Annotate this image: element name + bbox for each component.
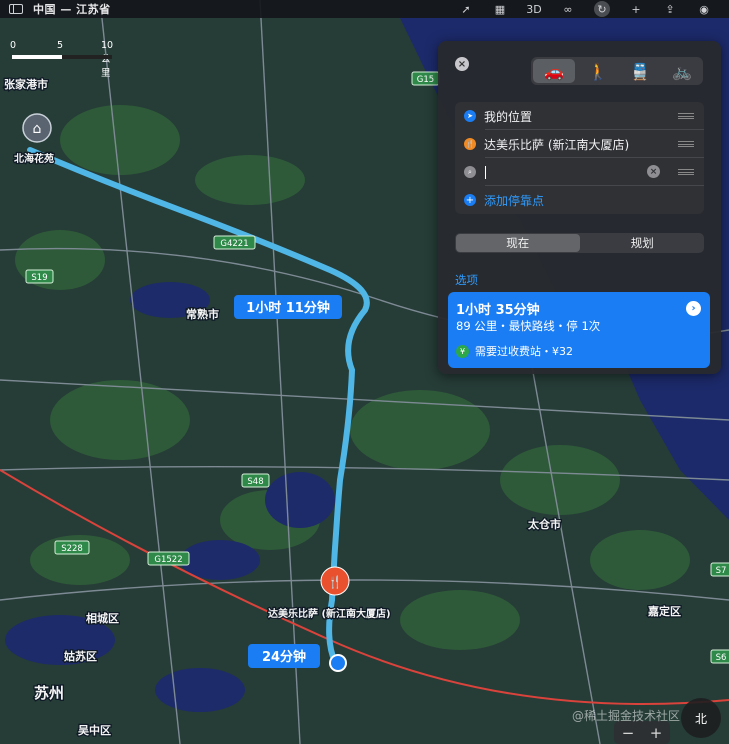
- restaurant-icon: 🍴: [464, 138, 476, 150]
- route-time: 1小时 35分钟: [456, 303, 540, 318]
- zoom-control: − +: [614, 721, 670, 744]
- map-scale: 0 5 10 公里: [9, 40, 113, 79]
- share-icon[interactable]: ⇪: [653, 0, 687, 18]
- stop-label: 我的位置: [484, 109, 533, 124]
- options-link[interactable]: 选项: [455, 272, 478, 288]
- road-shield: S19: [25, 269, 54, 284]
- place-label: 姑苏区: [64, 649, 97, 663]
- route-stops: ➤ 我的位置 🍴 达美乐比萨 (新江南大厦店) ⌕ × + 添加停靠点: [455, 102, 704, 214]
- scale-label: 10 公里: [101, 40, 114, 79]
- road-shield: G1522: [147, 551, 190, 566]
- place-label: 相城区: [86, 611, 119, 625]
- route-time-bubble[interactable]: 24分钟: [248, 644, 320, 668]
- toll-text: 需要过收费站・¥32: [475, 345, 573, 358]
- scale-label: 0: [10, 40, 17, 51]
- svg-text:S228: S228: [61, 544, 83, 554]
- toll-info: ¥ 需要过收费站・¥32: [456, 343, 573, 359]
- svg-text:G1522: G1522: [154, 555, 182, 565]
- watermark: @稀土掘金技术社区: [572, 709, 681, 723]
- zoom-in-button[interactable]: +: [642, 721, 670, 744]
- road-shield: S48: [241, 473, 270, 488]
- scale-bar: [12, 55, 112, 59]
- stop-origin[interactable]: ➤ 我的位置: [455, 102, 704, 130]
- drag-handle-icon[interactable]: [678, 113, 694, 119]
- time-segment: 现在 规划: [455, 233, 704, 253]
- place-label: 吴中区: [78, 723, 111, 737]
- svg-text:S6: S6: [716, 653, 727, 663]
- window-title: 中国 — 江苏省: [33, 3, 111, 16]
- route-detail: 89 公里・最快路线・停 1次: [456, 319, 601, 333]
- segment-plan[interactable]: 规划: [581, 233, 705, 253]
- 3d-toggle[interactable]: 3D: [517, 0, 551, 18]
- chevron-right-icon[interactable]: ›: [686, 301, 701, 316]
- stop-input[interactable]: [486, 164, 606, 180]
- road-shield: G15: [411, 71, 440, 86]
- svg-text:S48: S48: [247, 477, 263, 487]
- stop-destination[interactable]: 🍴 达美乐比萨 (新江南大厦店): [455, 130, 704, 158]
- add-stop-label: 添加停靠点: [484, 193, 545, 208]
- compass-icon[interactable]: 北: [681, 698, 721, 738]
- drag-handle-icon[interactable]: [678, 169, 694, 175]
- transit-icon[interactable]: 🚆: [619, 57, 661, 85]
- svg-text:🍴: 🍴: [328, 575, 343, 589]
- add-icon: +: [464, 194, 476, 206]
- svg-text:S7: S7: [716, 566, 727, 576]
- svg-text:G15: G15: [417, 75, 434, 85]
- yen-icon: ¥: [456, 344, 469, 358]
- plus-icon[interactable]: +: [619, 0, 653, 18]
- stop-label: 达美乐比萨 (新江南大厦店): [484, 137, 630, 152]
- route-time-bubble[interactable]: 1小时 11分钟: [234, 295, 342, 319]
- place-label: 苏州: [34, 684, 64, 702]
- scale-label: 5: [57, 40, 64, 51]
- close-button[interactable]: ×: [455, 57, 469, 71]
- drag-handle-icon[interactable]: [678, 141, 694, 147]
- road-shield: S6: [710, 649, 729, 664]
- walk-icon[interactable]: 🚶: [577, 57, 619, 85]
- clear-icon[interactable]: ×: [647, 165, 660, 178]
- svg-text:G4221: G4221: [220, 239, 248, 249]
- stop-empty[interactable]: ⌕ ×: [455, 158, 704, 186]
- map-icon[interactable]: ▦: [483, 0, 517, 18]
- maps-window: 张家港市北海花苑常熟市太仓市相城区姑苏区苏州吴中区 嘉定区 达美乐比萨 (新江南大厦…: [0, 0, 729, 744]
- directions-panel: × 🚗 🚶 🚆 🚲 ➤ 我的位置 🍴 达美乐比萨 (新江南大厦店) ⌕ × + …: [438, 41, 721, 374]
- road-shield: S7: [710, 562, 729, 577]
- sidebar-toggle-icon[interactable]: [9, 4, 23, 14]
- road-shield: G4221: [213, 235, 256, 250]
- svg-text:24分钟: 24分钟: [262, 649, 306, 665]
- location-arrow-icon: ➤: [464, 110, 476, 122]
- directions-icon[interactable]: ↻: [585, 0, 619, 18]
- road-shield: S228: [54, 540, 90, 555]
- account-icon[interactable]: ◉: [687, 0, 721, 18]
- place-label: 常熟市: [186, 307, 219, 321]
- search-icon: ⌕: [464, 166, 476, 178]
- location-arrow-icon[interactable]: ➚: [449, 0, 483, 18]
- svg-text:S19: S19: [31, 273, 47, 283]
- bike-icon[interactable]: 🚲: [661, 57, 703, 85]
- place-label: 嘉定区: [647, 604, 681, 618]
- toolbar: ➚ ▦ 3D ∞ ↻ + ⇪ ◉: [449, 0, 721, 18]
- add-stop[interactable]: + 添加停靠点: [455, 186, 704, 214]
- segment-now[interactable]: 现在: [456, 234, 580, 252]
- place-label: 达美乐比萨 (新江南大厦店): [268, 607, 391, 620]
- svg-text:⌂: ⌂: [33, 121, 42, 137]
- svg-text:1小时 11分钟: 1小时 11分钟: [246, 300, 330, 316]
- binoculars-icon[interactable]: ∞: [551, 0, 585, 18]
- zoom-out-button[interactable]: −: [614, 721, 642, 744]
- place-label: 张家港市: [4, 77, 48, 91]
- transport-mode-selector: 🚗 🚶 🚆 🚲: [531, 57, 703, 85]
- route-option[interactable]: 1小时 35分钟 89 公里・最快路线・停 1次 ¥ 需要过收费站・¥32 ›: [448, 292, 710, 368]
- drive-icon[interactable]: 🚗: [533, 59, 575, 83]
- titlebar: 中国 — 江苏省 ➚ ▦ 3D ∞ ↻ + ⇪ ◉: [0, 0, 729, 18]
- place-label: 太仓市: [527, 517, 561, 531]
- place-label: 北海花苑: [14, 152, 54, 165]
